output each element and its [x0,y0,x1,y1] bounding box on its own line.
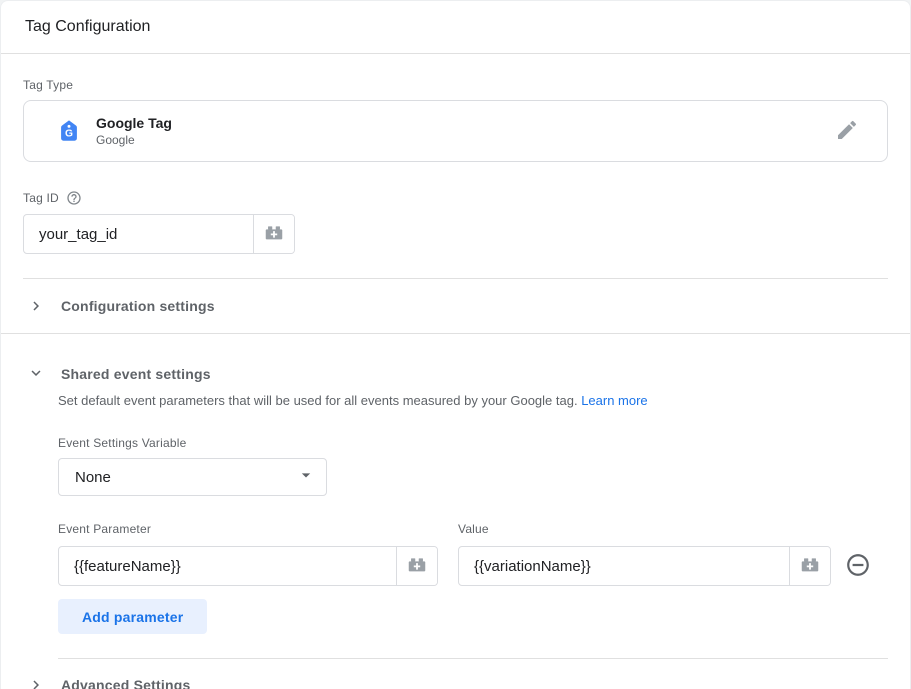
shared-event-description: Set default event parameters that will b… [58,392,888,410]
pencil-icon [835,118,859,145]
page-title: Tag Configuration [25,18,150,36]
section-shared-event-settings[interactable]: Shared event settings [1,334,910,384]
tag-id-variable-picker-button[interactable] [253,215,294,253]
section-advanced-settings[interactable]: Advanced Settings [1,659,910,689]
event-settings-variable-label: Event Settings Variable [58,436,888,450]
tag-type-name: Google Tag [96,115,172,131]
section-configuration-settings[interactable]: Configuration settings [1,279,910,333]
value-field-group [458,546,831,586]
remove-parameter-button[interactable] [845,546,871,586]
google-tag-icon: G [56,118,82,144]
tag-type-label: Tag Type [23,78,888,92]
remove-circle-icon [845,552,871,581]
variable-picker-icon [406,554,428,579]
variable-picker-icon [263,222,285,247]
tag-id-input[interactable] [24,215,253,253]
tag-configuration-panel: Tag Configuration Tag Type G Google Tag … [0,0,911,689]
event-parameter-input[interactable] [59,547,396,585]
svg-text:G: G [65,128,73,139]
edit-tag-type-button[interactable] [829,112,865,151]
selected-value: None [75,469,111,486]
parameter-row: Event Parameter [58,522,888,586]
tag-type-vendor: Google [96,133,172,147]
learn-more-link[interactable]: Learn more [581,393,647,408]
add-parameter-button[interactable]: Add parameter [58,599,207,634]
chevron-right-icon [27,676,45,689]
chevron-down-icon [27,364,45,382]
help-icon[interactable] [66,190,82,206]
variable-picker-icon [799,554,821,579]
value-input[interactable] [459,547,789,585]
event-parameter-header: Event Parameter [58,522,438,536]
event-parameter-field-group [58,546,438,586]
event-settings-variable-select[interactable]: None [58,458,327,496]
panel-header: Tag Configuration [1,1,910,54]
tag-id-field-group [23,214,295,254]
parameter-variable-picker-button[interactable] [396,547,437,585]
value-header: Value [458,522,831,536]
tag-type-card[interactable]: G Google Tag Google [23,100,888,162]
value-variable-picker-button[interactable] [789,547,830,585]
caret-down-icon [296,465,316,490]
tag-id-label: Tag ID [23,191,59,205]
chevron-right-icon [27,297,45,315]
